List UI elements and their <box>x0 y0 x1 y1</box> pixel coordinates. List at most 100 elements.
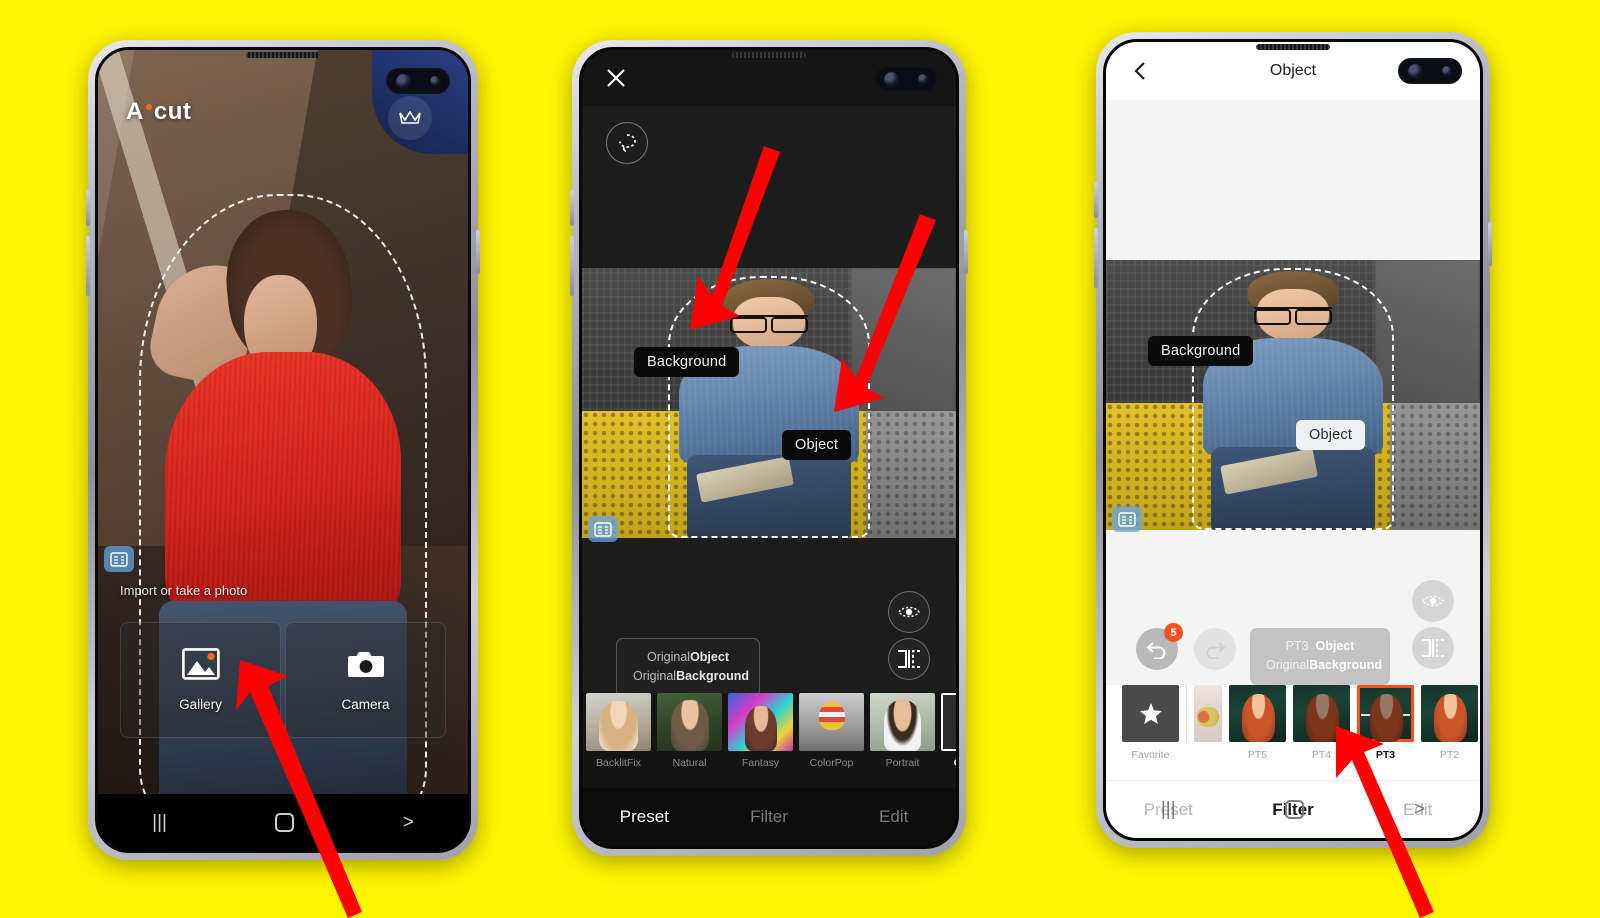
redo-icon <box>1194 628 1236 670</box>
filter-item[interactable] <box>1194 685 1222 749</box>
filter-item[interactable]: PT2 <box>1421 685 1478 761</box>
tab-preset[interactable]: Preset <box>582 807 707 827</box>
filter-label: PT4 <box>1311 749 1332 761</box>
camera-lens-main <box>883 71 899 87</box>
undo-button[interactable]: 5 <box>1136 623 1183 670</box>
phone2-volume-up-button[interactable] <box>570 190 574 226</box>
front-camera-punch-hole <box>874 66 938 92</box>
watermark-badge-icon[interactable] <box>588 516 618 542</box>
phone-3: Object Background Object 5 PT3 Object Or… <box>1094 32 1492 848</box>
filter-strip[interactable]: Favorite PT5 PT4 PT3 PT2 <box>1106 685 1480 780</box>
status-pill[interactable]: OriginalObject OriginalBackground <box>616 638 760 697</box>
redo-button <box>1194 628 1236 670</box>
preset-strip[interactable]: BacklitFix Natural Fantasy ColorPop Port… <box>582 693 956 788</box>
status-background-value: Original <box>1266 658 1310 673</box>
photo-grey-couch <box>866 411 956 538</box>
filter-thumb <box>1421 685 1478 742</box>
filter-thumb <box>1194 685 1222 742</box>
preset-label: BacklitFix <box>596 757 641 769</box>
background-tag[interactable]: Background <box>634 347 740 377</box>
source-picker: Gallery Camera <box>120 622 446 738</box>
gallery-button[interactable]: Gallery <box>120 622 281 738</box>
preset-thumb <box>657 693 722 751</box>
phone-1: Acut Import or take a photo Gallery Came… <box>86 40 480 860</box>
filter-item[interactable]: PT5 <box>1229 685 1286 761</box>
eye-preview-icon[interactable] <box>888 591 930 633</box>
phone3-volume-down-button[interactable] <box>1094 228 1098 288</box>
phone3-power-button[interactable] <box>1488 222 1492 266</box>
camera-lens-secondary <box>430 76 441 86</box>
status-object-label: Object <box>1315 639 1355 653</box>
phone2-power-button[interactable] <box>964 230 968 274</box>
preset-item-original[interactable]: Original <box>941 693 956 769</box>
background-tag[interactable]: Background <box>1148 336 1254 366</box>
premium-crown-icon[interactable] <box>388 96 432 140</box>
lasso-select-icon[interactable] <box>606 122 648 164</box>
split-compare-icon[interactable] <box>1412 627 1454 669</box>
gallery-button-label: Gallery <box>179 697 222 712</box>
nav-home-button[interactable] <box>275 812 295 832</box>
watermark-badge-icon[interactable] <box>1112 506 1142 532</box>
watermark-badge-icon[interactable] <box>104 546 134 572</box>
object-tag[interactable]: Object <box>1296 420 1366 450</box>
filter-label: PT3 <box>1375 749 1396 761</box>
filter-item-favorite[interactable]: Favorite <box>1122 685 1179 761</box>
preset-item[interactable]: BacklitFix <box>586 693 651 769</box>
status-pill[interactable]: PT3 Object OriginalBackground <box>1250 628 1390 685</box>
preset-item[interactable]: Portrait <box>870 693 935 769</box>
status-background-value: Original <box>633 669 677 684</box>
tab-preset[interactable]: Preset <box>1106 800 1231 820</box>
preset-label: Original <box>941 757 956 769</box>
status-object-value: PT3 <box>1285 639 1309 653</box>
filter-item-selected[interactable]: PT3 <box>1357 685 1414 761</box>
eye-preview-icon[interactable] <box>1412 580 1454 622</box>
status-object-value: Original <box>647 650 691 664</box>
earpiece-speaker <box>1256 44 1330 50</box>
preset-thumb <box>586 693 651 751</box>
earpiece-speaker <box>246 52 320 58</box>
status-background-row: OriginalBackground <box>1266 656 1382 675</box>
front-camera-punch-hole <box>1398 58 1462 84</box>
status-background-label: Background <box>676 669 750 684</box>
tab-filter[interactable]: Filter <box>1231 800 1356 820</box>
front-camera-punch-hole <box>386 68 450 94</box>
phone1-volume-up-button[interactable] <box>86 190 90 226</box>
camera-button[interactable]: Camera <box>285 622 446 738</box>
phone1-power-button[interactable] <box>476 230 480 274</box>
phone1-volume-down-button[interactable] <box>86 236 90 296</box>
editor-photo[interactable] <box>582 268 956 538</box>
filter-intensity-slider[interactable] <box>1361 708 1410 721</box>
close-x-icon[interactable] <box>604 66 628 90</box>
tab-edit[interactable]: Edit <box>1355 800 1480 820</box>
preset-thumb <box>728 693 793 751</box>
tab-edit[interactable]: Edit <box>831 807 956 827</box>
original-none-icon <box>941 693 956 751</box>
earpiece-speaker <box>732 52 806 58</box>
undo-icon: 5 <box>1136 623 1183 670</box>
app-logo-dot <box>145 104 152 110</box>
preset-thumb <box>870 693 935 751</box>
phone3-volume-up-button[interactable] <box>1094 182 1098 218</box>
tab-filter[interactable]: Filter <box>707 807 832 827</box>
filter-thumb <box>1229 685 1286 742</box>
nav-recents-button[interactable]: ||| <box>152 813 167 832</box>
preset-thumb <box>799 693 864 751</box>
filter-item[interactable]: PT4 <box>1293 685 1350 761</box>
editor-tabbar: Preset Filter Edit <box>582 788 956 846</box>
split-compare-icon[interactable] <box>888 638 930 680</box>
preset-item[interactable]: ColorPop <box>799 693 864 769</box>
phone2-volume-down-button[interactable] <box>570 236 574 296</box>
slider-handle[interactable] <box>1381 708 1394 721</box>
preset-item[interactable]: Natural <box>657 693 722 769</box>
status-background-label: Background <box>1309 658 1383 673</box>
status-object-row: OriginalObject <box>633 648 743 667</box>
camera-button-label: Camera <box>341 697 390 712</box>
filter-thumb <box>1357 685 1414 742</box>
nav-back-button[interactable]: > <box>403 813 414 832</box>
camera-lens-main <box>395 73 411 89</box>
app-logo-rest: cut <box>153 98 192 125</box>
preset-item[interactable]: Fantasy <box>728 693 793 769</box>
favorite-star-icon <box>1122 685 1179 742</box>
object-tag[interactable]: Object <box>782 430 852 460</box>
editor-photo[interactable] <box>1106 260 1480 530</box>
